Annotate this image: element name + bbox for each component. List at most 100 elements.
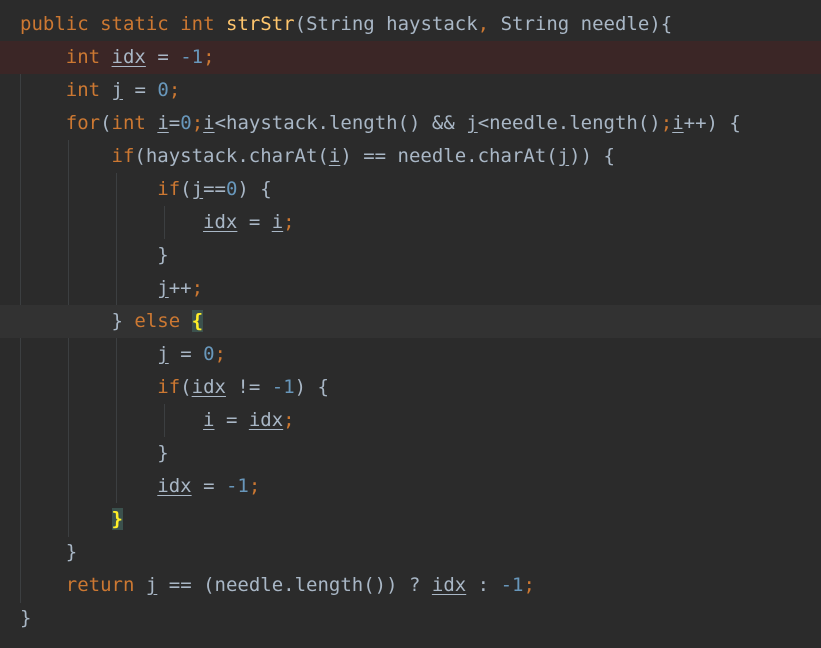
keyword: int	[111, 112, 146, 134]
number: -1	[180, 46, 204, 68]
token: ) == needle.charAt(	[340, 145, 558, 167]
punctuation: ;	[248, 475, 261, 497]
code-line-1[interactable]: public static int strStr(String haystack…	[0, 8, 821, 41]
brace: }	[65, 541, 78, 563]
variable: idx	[248, 409, 284, 431]
punctuation: ;	[283, 211, 295, 233]
punctuation: ;	[203, 46, 215, 68]
variable: j	[145, 574, 158, 596]
token: ) {	[294, 376, 329, 398]
code-editor[interactable]: public static int strStr(String haystack…	[0, 0, 821, 648]
variable: j	[111, 79, 123, 101]
token: (haystack.charAt(	[134, 145, 329, 167]
operator: =	[168, 112, 181, 134]
code-line-17[interactable]: }	[0, 536, 821, 569]
code-line-15[interactable]: idx = -1;	[0, 470, 821, 503]
number: -1	[271, 376, 295, 398]
code-line-4[interactable]: for(int i=0;i<haystack.length() && j<nee…	[0, 107, 821, 140]
brace: }	[20, 607, 32, 629]
number: 0	[180, 112, 192, 134]
token: (	[180, 376, 192, 398]
punctuation: ;	[523, 574, 535, 596]
brace: }	[157, 442, 169, 464]
code-line-8[interactable]: }	[0, 239, 821, 272]
code-line-5[interactable]: if(haystack.charAt(i) == needle.charAt(j…	[0, 140, 821, 173]
token: <needle.length()	[477, 112, 661, 134]
operator: !=	[237, 376, 261, 398]
code-line-3[interactable]: int j = 0;	[0, 74, 821, 107]
operator: ++	[168, 277, 192, 299]
brace: }	[111, 310, 123, 332]
code-line-12[interactable]: if(idx != -1) {	[0, 371, 821, 404]
code-line-10[interactable]: } else {	[0, 305, 821, 338]
keyword: return	[65, 574, 135, 596]
keyword: if	[157, 376, 181, 398]
variable: j	[557, 145, 570, 167]
variable: j	[466, 112, 478, 134]
token: )) {	[569, 145, 615, 167]
variable: i	[672, 112, 684, 134]
keyword: public	[20, 13, 89, 35]
punctuation: ;	[283, 409, 295, 431]
operator: =	[157, 46, 169, 68]
token: ){	[649, 13, 673, 35]
token: ++) {	[683, 112, 741, 134]
punctuation: ;	[168, 79, 181, 101]
token: :	[477, 574, 490, 596]
brace: }	[157, 244, 169, 266]
punctuation: ;	[191, 277, 204, 299]
token: (	[294, 13, 307, 35]
variable: idx	[157, 475, 192, 497]
variable: i	[203, 112, 215, 134]
number: 0	[157, 79, 169, 101]
code-line-14[interactable]: }	[0, 437, 821, 470]
brace-match: {	[191, 310, 204, 332]
variable: idx	[203, 211, 238, 233]
operator: =	[134, 79, 146, 101]
variable: idx	[431, 574, 467, 596]
number: 0	[203, 343, 215, 365]
punctuation: ,	[477, 13, 490, 35]
token: (	[180, 178, 192, 200]
punctuation: ;	[214, 343, 226, 365]
variable: i	[157, 112, 169, 134]
keyword: for	[65, 112, 101, 134]
operator: ==	[203, 178, 226, 200]
code-line-2[interactable]: int idx = -1;	[0, 41, 821, 74]
type-name: String	[500, 13, 570, 35]
keyword: static	[100, 13, 169, 35]
code-line-11[interactable]: j = 0;	[0, 338, 821, 371]
variable: idx	[111, 46, 146, 68]
number: -1	[500, 574, 524, 596]
token: == (needle.length()) ?	[168, 574, 421, 596]
keyword: else	[134, 310, 181, 332]
keyword: int	[180, 13, 215, 35]
code-line-13[interactable]: i = idx;	[0, 404, 821, 437]
code-line-9[interactable]: j++;	[0, 272, 821, 305]
token: ) {	[237, 178, 272, 200]
param-name: needle	[580, 13, 650, 35]
operator: =	[225, 409, 238, 431]
number: 0	[225, 178, 238, 200]
variable: i	[328, 145, 341, 167]
param-name: haystack	[386, 13, 478, 35]
keyword: int	[65, 46, 101, 68]
variable: i	[203, 409, 215, 431]
token: <haystack.length() &&	[214, 112, 467, 134]
punctuation: ;	[191, 112, 204, 134]
method-name: strStr	[225, 13, 295, 35]
type-name: String	[306, 13, 375, 35]
code-line-16[interactable]: }	[0, 503, 821, 536]
brace-match: }	[111, 508, 123, 530]
code-line-7[interactable]: idx = i;	[0, 206, 821, 239]
code-line-6[interactable]: if(j==0) {	[0, 173, 821, 206]
punctuation: ;	[660, 112, 673, 134]
variable: j	[191, 178, 204, 200]
code-line-19[interactable]: }	[0, 602, 821, 635]
variable: i	[271, 211, 284, 233]
variable: j	[157, 277, 169, 299]
code-line-18[interactable]: return j == (needle.length()) ? idx : -1…	[0, 569, 821, 602]
token: (	[100, 112, 112, 134]
keyword: int	[65, 79, 101, 101]
keyword: if	[157, 178, 181, 200]
